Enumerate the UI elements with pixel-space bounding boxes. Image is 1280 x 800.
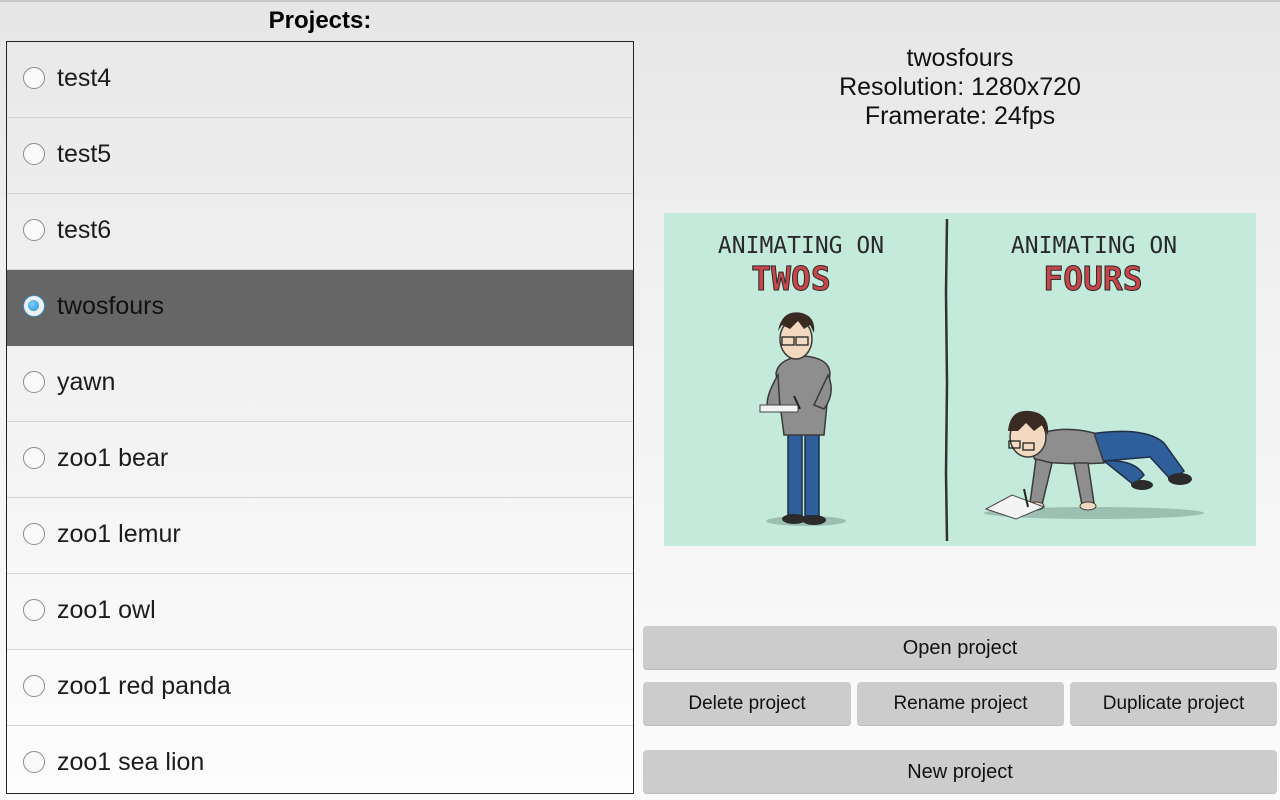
project-resolution: Resolution: 1280x720 bbox=[839, 73, 1081, 101]
preview-left-title: ANIMATING ON bbox=[718, 233, 884, 259]
rename-project-button[interactable]: Rename project bbox=[857, 682, 1064, 726]
project-row-zoo1-red-panda[interactable]: zoo1 red panda bbox=[7, 650, 633, 726]
radio-button[interactable] bbox=[23, 143, 45, 165]
project-row-test6[interactable]: test6 bbox=[7, 194, 633, 270]
project-name: test4 bbox=[57, 64, 112, 92]
project-row-test5[interactable]: test5 bbox=[7, 118, 633, 194]
project-title: twosfours bbox=[906, 44, 1014, 72]
radio-button[interactable] bbox=[23, 675, 45, 697]
radio-button[interactable] bbox=[23, 599, 45, 621]
project-row-zoo1-owl[interactable]: zoo1 owl bbox=[7, 574, 633, 650]
top-divider bbox=[0, 0, 1280, 2]
projects-heading: Projects: bbox=[268, 7, 372, 34]
project-name: test6 bbox=[57, 216, 112, 244]
radio-button[interactable] bbox=[23, 751, 45, 773]
project-name: zoo1 red panda bbox=[57, 672, 231, 700]
project-framerate: Framerate: 24fps bbox=[864, 102, 1056, 130]
project-row-zoo1-bear[interactable]: zoo1 bear bbox=[7, 422, 633, 498]
project-row-zoo1-sea-lion[interactable]: zoo1 sea lion bbox=[7, 726, 633, 793]
new-project-label: New project bbox=[907, 761, 1013, 783]
project-row-zoo1-lemur[interactable]: zoo1 lemur bbox=[7, 498, 633, 574]
new-project-button[interactable]: New project bbox=[643, 750, 1277, 794]
rename-project-label: Rename project bbox=[893, 693, 1028, 714]
radio-button-checked[interactable] bbox=[23, 295, 45, 317]
radio-button[interactable] bbox=[23, 219, 45, 241]
preview-divider bbox=[944, 218, 949, 542]
preview-right-title: ANIMATING ON bbox=[1011, 233, 1177, 259]
project-name: yawn bbox=[57, 368, 116, 396]
delete-project-label: Delete project bbox=[688, 693, 806, 714]
duplicate-project-button[interactable]: Duplicate project bbox=[1070, 682, 1277, 726]
project-name: zoo1 bear bbox=[57, 444, 169, 472]
project-preview-image: ANIMATING ON TWOS ANIMATING ON FOURS bbox=[664, 213, 1256, 546]
project-row-yawn[interactable]: yawn bbox=[7, 346, 633, 422]
project-name: zoo1 sea lion bbox=[57, 748, 205, 776]
project-name: test5 bbox=[57, 140, 112, 168]
duplicate-project-label: Duplicate project bbox=[1102, 693, 1245, 714]
delete-project-button[interactable]: Delete project bbox=[643, 682, 851, 726]
radio-button[interactable] bbox=[23, 447, 45, 469]
project-list[interactable]: test4 test5 test6 twosfours yawn zoo1 be… bbox=[6, 41, 634, 794]
project-name: zoo1 owl bbox=[57, 596, 156, 624]
project-row-test4[interactable]: test4 bbox=[7, 42, 633, 118]
project-name: twosfours bbox=[57, 292, 164, 320]
radio-button[interactable] bbox=[23, 523, 45, 545]
open-project-label: Open project bbox=[902, 637, 1018, 659]
project-row-twosfours[interactable]: twosfours bbox=[7, 270, 633, 346]
radio-button[interactable] bbox=[23, 371, 45, 393]
preview-left-emphasis: TWOS bbox=[751, 259, 830, 298]
project-details: twosfours Resolution: 1280x720 Framerate… bbox=[640, 44, 1280, 131]
radio-button[interactable] bbox=[23, 67, 45, 89]
project-name: zoo1 lemur bbox=[57, 520, 181, 548]
open-project-button[interactable]: Open project bbox=[643, 626, 1277, 670]
preview-right-emphasis: FOURS bbox=[1043, 259, 1142, 298]
